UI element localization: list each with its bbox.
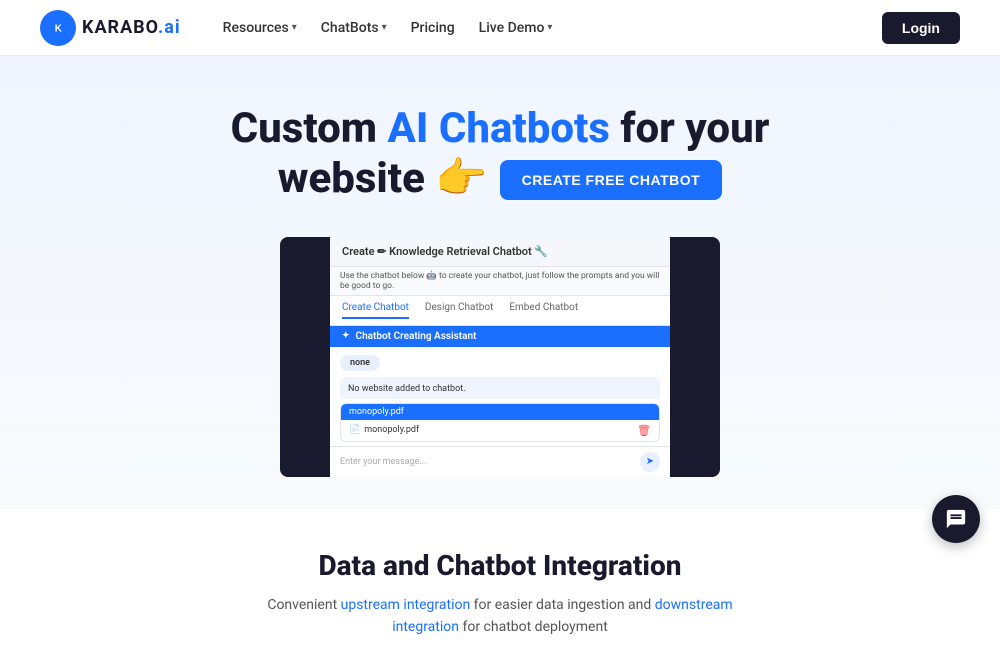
demo-video-container: Create ✏ Knowledge Retrieval Chatbot 🔧 U… xyxy=(280,237,720,477)
chat-support-button[interactable] xyxy=(932,495,980,543)
file-upload-area: monopoly.pdf 📄 monopoly.pdf 🗑 xyxy=(340,403,660,442)
demo-interface: Create ✏ Knowledge Retrieval Chatbot 🔧 U… xyxy=(330,237,670,477)
chat-pill: none xyxy=(340,355,380,371)
nav-pricing[interactable]: Pricing xyxy=(401,14,465,42)
hero-title-highlight: AI Chatbots xyxy=(387,104,609,153)
login-button[interactable]: Login xyxy=(882,12,960,44)
tab-create-chatbot[interactable]: Create Chatbot xyxy=(342,302,409,319)
chevron-down-icon: ▾ xyxy=(382,22,387,33)
hero-section: Custom AI Chatbots for your website 👉 CR… xyxy=(0,56,1000,509)
chat-input-bar: Enter your message... ➤ xyxy=(330,446,670,477)
nav-chatbots[interactable]: ChatBots ▾ xyxy=(311,14,397,42)
chevron-down-icon: ▾ xyxy=(547,22,552,33)
assistant-bar: Chatbot Creating Assistant xyxy=(330,326,670,347)
navbar: K KARABO.ai Resources ▾ ChatBots ▾ Prici… xyxy=(0,0,1000,56)
chevron-down-icon: ▾ xyxy=(292,22,297,33)
file-item: 📄 monopoly.pdf xyxy=(349,425,419,435)
file-upload-header: monopoly.pdf xyxy=(341,404,659,420)
nav-links: Resources ▾ ChatBots ▾ Pricing Live Demo… xyxy=(213,14,563,42)
file-upload-row: 📄 monopoly.pdf 🗑 xyxy=(341,420,659,441)
hero-title-line2: website 👉 xyxy=(278,154,488,204)
upstream-integration-link[interactable]: upstream integration xyxy=(341,597,471,613)
logo[interactable]: K KARABO.ai xyxy=(40,10,181,46)
chat-input-placeholder: Enter your message... xyxy=(340,457,426,467)
hero-title-prefix: Custom xyxy=(231,104,388,153)
svg-text:K: K xyxy=(55,23,62,34)
nav-resources[interactable]: Resources ▾ xyxy=(213,14,307,42)
integration-description: Convenient upstream integration for easi… xyxy=(240,594,760,639)
create-chatbot-button[interactable]: CREATE FREE CHATBOT xyxy=(500,160,723,200)
integration-title: Data and Chatbot Integration xyxy=(318,549,681,582)
integration-section: Data and Chatbot Integration Convenient … xyxy=(0,509,1000,659)
demo-tabs: Create Chatbot Design Chatbot Embed Chat… xyxy=(330,296,670,326)
chat-messages: none No website added to chatbot. Now fo… xyxy=(330,347,670,399)
demo-subheader: Use the chatbot below 🤖 to create your c… xyxy=(330,267,670,296)
tab-design-chatbot[interactable]: Design Chatbot xyxy=(425,302,493,319)
demo-header: Create ✏ Knowledge Retrieval Chatbot 🔧 xyxy=(330,237,670,267)
logo-brand-text: KARABO.ai xyxy=(82,17,181,38)
hero-title: Custom AI Chatbots for your website 👉 CR… xyxy=(231,104,770,205)
hero-title-suffix: for your xyxy=(610,104,769,153)
send-button[interactable]: ➤ xyxy=(640,452,660,472)
nav-live-demo[interactable]: Live Demo ▾ xyxy=(469,14,563,42)
chat-message-1: No website added to chatbot. xyxy=(340,377,660,399)
delete-file-button[interactable]: 🗑 xyxy=(637,424,651,437)
navbar-left: K KARABO.ai Resources ▾ ChatBots ▾ Prici… xyxy=(40,10,562,46)
logo-icon: K xyxy=(40,10,76,46)
file-icon: 📄 xyxy=(349,425,360,435)
tab-embed-chatbot[interactable]: Embed Chatbot xyxy=(509,302,578,319)
